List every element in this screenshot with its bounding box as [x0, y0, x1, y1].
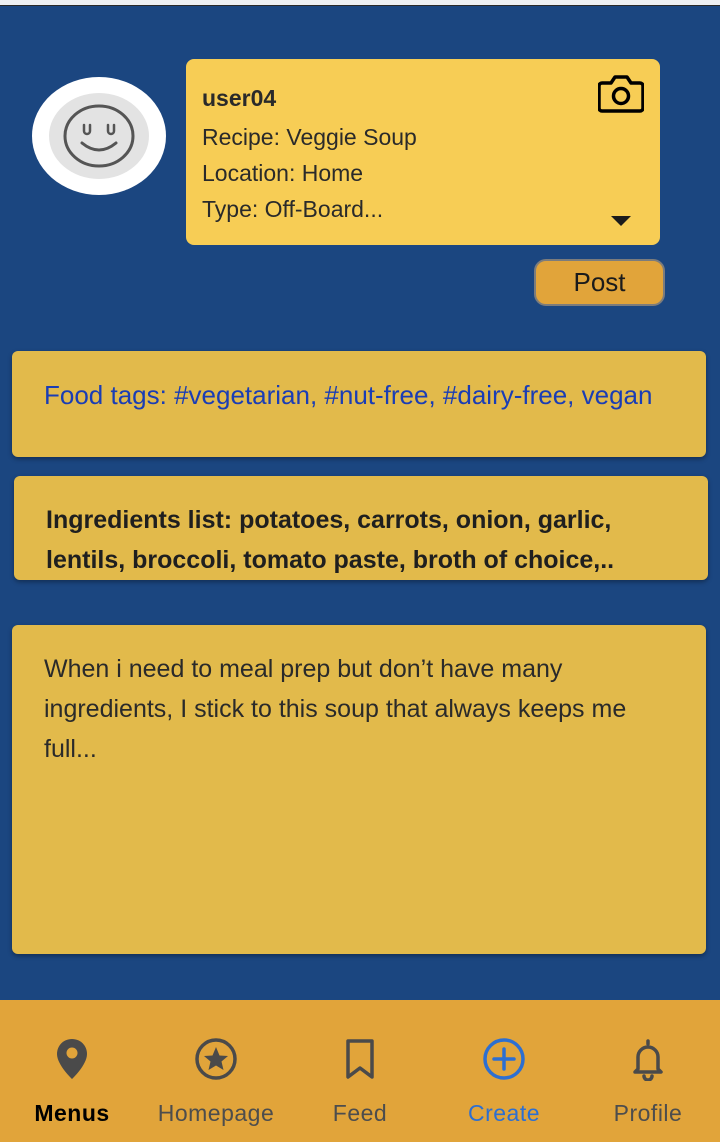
nav-label-menus: Menus	[34, 1100, 110, 1126]
bookmark-icon	[346, 1039, 374, 1079]
nav-item-menus[interactable]: Menus	[1, 1000, 143, 1142]
recipe-type: Type: Off-Board...	[202, 196, 384, 222]
description-text: When i need to meal prep but don’t have …	[44, 655, 627, 763]
recipe-location: Location: Home	[202, 160, 364, 186]
food-tags-card: Food tags: #vegetarian, #nut-free, #dair…	[12, 351, 706, 457]
smiley-face-icon	[63, 104, 135, 168]
add-circle-icon	[483, 1038, 525, 1080]
nav-item-profile[interactable]: Profile	[577, 1000, 719, 1142]
ingredients-card: Ingredients list: potatoes, carrots, oni…	[14, 476, 708, 580]
nav-label-feed: Feed	[332, 1100, 388, 1126]
recipe-name: Recipe: Veggie Soup	[202, 124, 417, 150]
food-tags-text[interactable]: Food tags: #vegetarian, #nut-free, #dair…	[44, 380, 652, 410]
nav-label-profile: Profile	[613, 1100, 683, 1126]
location-pin-icon	[57, 1039, 87, 1079]
recipe-info-card: user04 Recipe: Veggie Soup Location: Hom…	[186, 59, 660, 245]
chevron-down-icon[interactable]	[610, 215, 632, 227]
post-button[interactable]: Post	[534, 259, 665, 306]
username: user04	[202, 85, 277, 111]
nav-item-create[interactable]: Create	[433, 1000, 575, 1142]
avatar-inner	[49, 93, 149, 179]
nav-item-feed[interactable]: Feed	[289, 1000, 431, 1142]
camera-icon[interactable]	[598, 71, 644, 113]
nav-item-homepage[interactable]: Homepage	[145, 1000, 287, 1142]
description-card: When i need to meal prep but don’t have …	[12, 625, 706, 954]
bell-icon	[633, 1039, 663, 1081]
nav-label-create: Create	[467, 1100, 541, 1126]
bottom-navigation: Menus Homepage Feed Create Profile	[0, 1000, 720, 1142]
nav-label-homepage: Homepage	[157, 1100, 275, 1126]
star-circle-icon	[195, 1038, 237, 1080]
avatar[interactable]	[32, 77, 166, 195]
top-status-strip	[0, 0, 720, 6]
